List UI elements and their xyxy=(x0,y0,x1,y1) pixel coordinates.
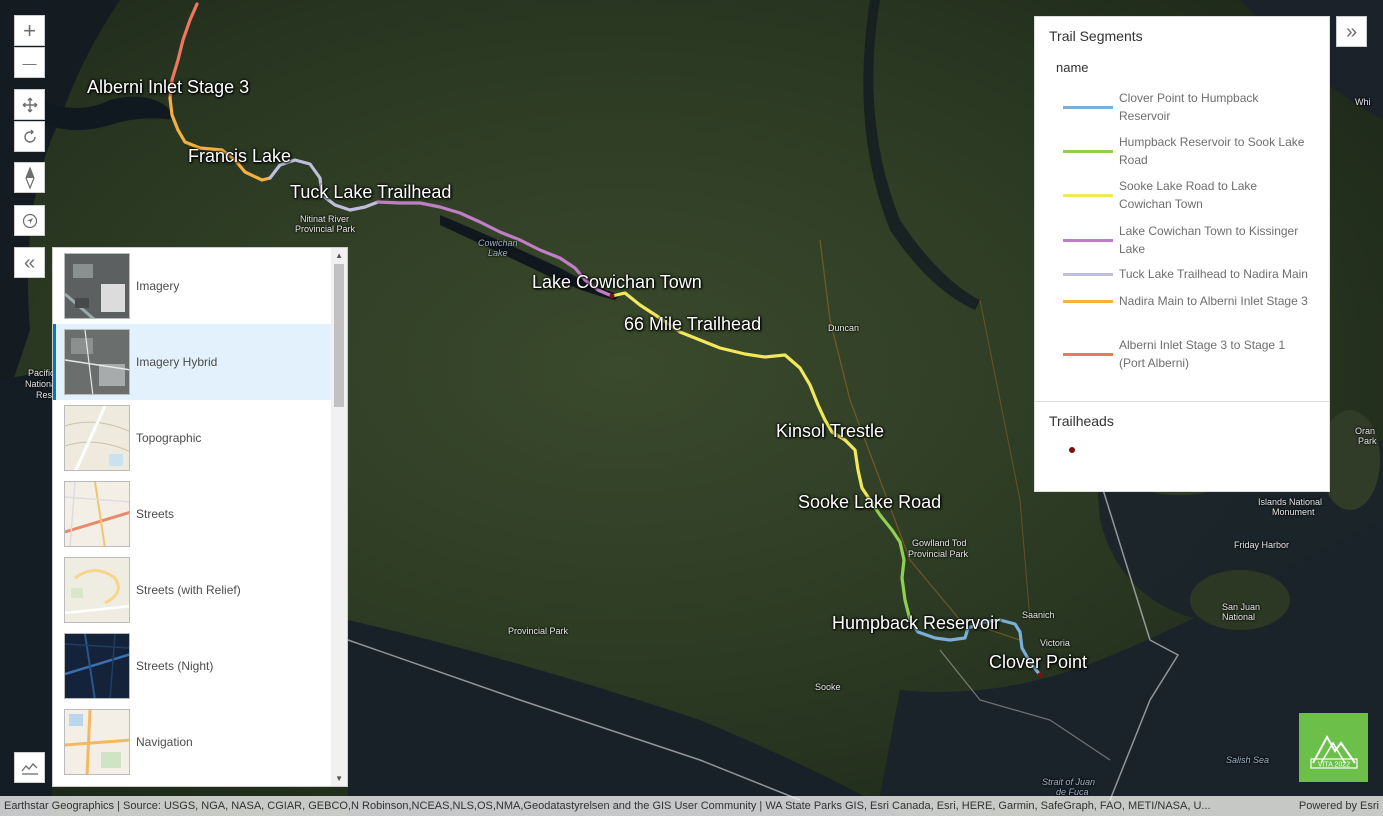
expand-legend-button[interactable]: » xyxy=(1336,16,1367,47)
trailhead-marker xyxy=(609,293,615,299)
pan-button[interactable] xyxy=(14,89,45,120)
basemap-thumbnail xyxy=(64,557,130,623)
double-chevron-right-icon: » xyxy=(1345,20,1358,43)
logo-text: VITA 2022 xyxy=(1318,762,1350,769)
zoom-out-button[interactable]: — xyxy=(14,47,45,78)
scrollbar-thumb[interactable] xyxy=(334,264,344,407)
basemap-label: Streets xyxy=(136,507,175,521)
basemap-item-streets-relief[interactable]: Streets (with Relief) xyxy=(53,552,347,628)
legend-swatch xyxy=(1063,105,1113,109)
rotate-icon xyxy=(23,129,36,143)
legend-item: Clover Point to Humpback Reservoir xyxy=(1063,89,1309,125)
collapse-gallery-button[interactable]: « xyxy=(14,247,45,278)
legend-item-label: Clover Point to Humpback Reservoir xyxy=(1119,91,1259,123)
minus-icon: — xyxy=(22,54,37,71)
scroll-down-icon[interactable]: ▼ xyxy=(335,774,343,783)
trailhead-symbol xyxy=(1069,447,1075,453)
basemap-item-streets[interactable]: Streets xyxy=(53,476,347,552)
basemap-item-navigation[interactable]: Navigation xyxy=(53,704,347,780)
basemap-item-topographic[interactable]: Topographic xyxy=(53,400,347,476)
legend-divider xyxy=(1035,401,1329,402)
basemap-label: Imagery Hybrid xyxy=(136,355,218,369)
double-chevron-left-icon: « xyxy=(23,251,36,274)
rotate-button[interactable] xyxy=(14,121,45,152)
trailhead-marker xyxy=(1037,672,1043,678)
legend-swatch xyxy=(1063,299,1113,303)
legend-swatch xyxy=(1063,238,1113,242)
legend-item: Lake Cowichan Town to Kissinger Lake xyxy=(1063,222,1309,258)
legend-item-label: Sooke Lake Road to Lake Cowichan Town xyxy=(1119,179,1258,211)
basemap-label: Navigation xyxy=(136,735,193,749)
legend-panel: Trail Segments name Clover Point to Hump… xyxy=(1034,16,1330,492)
legend-swatch xyxy=(1063,149,1113,153)
legend-swatch xyxy=(1063,193,1113,197)
vita-logo: VITA 2022 xyxy=(1299,713,1368,782)
basemap-thumbnail xyxy=(64,709,130,775)
legend-item-label: Nadira Main to Alberni Inlet Stage 3 xyxy=(1119,294,1308,308)
mountain-logo-icon: VITA 2022 xyxy=(1310,734,1358,769)
basemap-item-imagery[interactable]: Imagery xyxy=(53,248,347,324)
legend-swatch xyxy=(1063,352,1113,356)
powered-by-link[interactable]: Powered by Esri xyxy=(1291,800,1383,812)
legend-item: Nadira Main to Alberni Inlet Stage 3 xyxy=(1063,292,1309,310)
zoom-in-button[interactable]: + xyxy=(14,15,45,46)
basemap-item-imagery-hybrid[interactable]: Imagery Hybrid xyxy=(53,324,347,400)
basemap-thumbnail xyxy=(64,329,130,395)
basemap-label: Topographic xyxy=(136,431,202,445)
attribution-bar: Earthstar Geographics | Source: USGS, NG… xyxy=(0,796,1383,816)
basemap-thumbnail xyxy=(64,405,130,471)
locate-button[interactable] xyxy=(14,205,45,236)
legend-item: Alberni Inlet Stage 3 to Stage 1 (Port A… xyxy=(1063,336,1309,372)
legend-item: Sooke Lake Road to Lake Cowichan Town xyxy=(1063,177,1309,213)
basemap-label: Imagery xyxy=(136,279,180,293)
basemap-gallery[interactable]: Imagery Imagery Hybrid Topographic Stree… xyxy=(52,247,348,787)
legend-item-label: Humpback Reservoir to Sook Lake Road xyxy=(1119,135,1305,167)
attribution-text: Earthstar Geographics | Source: USGS, NG… xyxy=(4,800,1211,812)
pan-icon xyxy=(22,97,37,112)
basemap-label: Streets (with Relief) xyxy=(136,583,241,597)
legend-title: Trail Segments xyxy=(1049,28,1143,44)
compass-button[interactable] xyxy=(14,162,45,193)
legend-item-label: Tuck Lake Trailhead to Nadira Main xyxy=(1119,267,1308,281)
gallery-scrollbar[interactable]: ▲ ▼ xyxy=(331,248,347,786)
basemap-thumbnail xyxy=(64,633,130,699)
basemap-thumbnail xyxy=(64,253,130,319)
plus-icon: + xyxy=(23,17,36,43)
legend-swatch xyxy=(1063,272,1113,276)
legend-trailheads-title: Trailheads xyxy=(1049,413,1114,429)
legend-item: Tuck Lake Trailhead to Nadira Main xyxy=(1063,265,1309,283)
compass-icon xyxy=(24,166,35,189)
elevation-profile-button[interactable] xyxy=(14,752,45,783)
scroll-up-icon[interactable]: ▲ xyxy=(335,251,343,260)
basemap-thumbnail xyxy=(64,481,130,547)
elevation-profile-icon xyxy=(20,762,38,775)
basemap-item-streets-night[interactable]: Streets (Night) xyxy=(53,628,347,704)
basemap-label: Streets (Night) xyxy=(136,659,214,673)
legend-item-label: Alberni Inlet Stage 3 to Stage 1 (Port A… xyxy=(1119,338,1286,370)
legend-item-label: Lake Cowichan Town to Kissinger Lake xyxy=(1119,224,1299,256)
legend-field-name: name xyxy=(1056,60,1089,75)
legend-item: Humpback Reservoir to Sook Lake Road xyxy=(1063,133,1309,169)
locate-icon xyxy=(22,213,37,228)
